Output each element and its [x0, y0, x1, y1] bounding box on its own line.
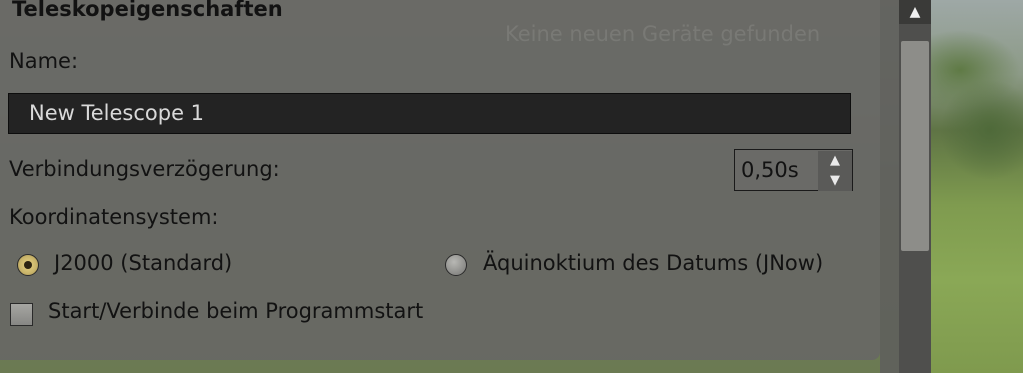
scroll-up-icon[interactable]: ▲ [899, 0, 931, 24]
background-hint-text: Keine neuen Geräte gefunden [505, 22, 821, 46]
name-label: Name: [9, 49, 79, 73]
vertical-scrollbar[interactable]: ▲ [899, 0, 931, 373]
startup-checkbox[interactable] [10, 303, 33, 326]
scrollbar-thumb[interactable] [901, 41, 929, 251]
delay-spinbox[interactable]: 0,50s ▲ ▼ [734, 149, 853, 191]
coordinates-label: Koordinatensystem: [9, 205, 219, 229]
spin-up-icon[interactable]: ▲ [818, 151, 852, 171]
delay-value[interactable]: 0,50s [741, 150, 799, 190]
delay-label: Verbindungsverzögerung: [9, 157, 280, 181]
name-input[interactable]: New Telescope 1 [8, 93, 851, 134]
startup-checkbox-label[interactable]: Start/Verbinde beim Programmstart [48, 299, 423, 323]
radio-jnow[interactable] [445, 254, 467, 276]
radio-jnow-label[interactable]: Äquinoktium des Datums (JNow) [483, 251, 823, 275]
telescope-properties-panel: Keine neuen Geräte gefunden Teleskopeige… [0, 0, 880, 360]
panel-margin [880, 0, 899, 373]
panel-title: Teleskopeigenschaften [12, 0, 283, 21]
radio-j2000-label[interactable]: J2000 (Standard) [54, 251, 232, 275]
spin-down-icon[interactable]: ▼ [818, 171, 852, 191]
radio-j2000[interactable] [17, 254, 39, 276]
background-landscape [930, 0, 1023, 373]
